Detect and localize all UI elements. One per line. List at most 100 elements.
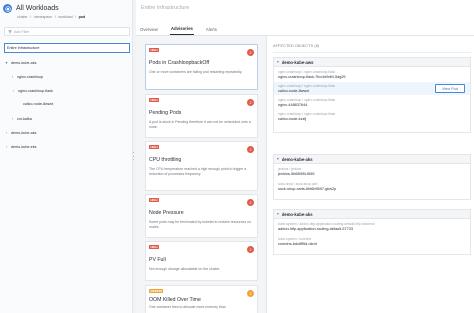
affected-object-row[interactable]: nginx-crashloop / nginx-crashloop-flask … bbox=[274, 96, 470, 109]
chevron-right-icon[interactable]: › bbox=[4, 144, 9, 149]
filter-placeholder: Add Filter bbox=[14, 29, 30, 34]
tree-item-entire-infrastructure[interactable]: Entire Infrastructure bbox=[4, 43, 130, 53]
object-path: kube-system / coredns bbox=[278, 237, 312, 241]
advisory-card[interactable]: HIGH 2 Pending Pods A pod is stuck in Pe… bbox=[145, 94, 258, 138]
tab-overview[interactable]: Overview bbox=[139, 23, 159, 35]
breadcrumb: cluster / namespace / workload / pod bbox=[17, 15, 87, 19]
filter-input[interactable]: Add Filter bbox=[4, 27, 130, 36]
advisory-list: HIGH 2 Pods in CrashloopbackOff One or m… bbox=[136, 36, 267, 313]
breadcrumb-separator: / bbox=[54, 15, 56, 19]
tree-item-namespace[interactable]: › nginx-crashloop bbox=[10, 72, 43, 81]
severity-badge: HIGH bbox=[149, 98, 159, 102]
affected-object-row[interactable]: nginx-crashloop / nginx-crashloop-flask … bbox=[274, 110, 470, 123]
tree-item-label: demo-kube-aks bbox=[11, 60, 37, 65]
cluster-group-header[interactable]: ▾ demo-kube-aks bbox=[274, 155, 470, 164]
chevron-down-icon[interactable]: ▾ bbox=[4, 60, 9, 65]
object-name: addon-http-application-routing-default-5… bbox=[278, 227, 353, 231]
affected-object-row[interactable]: kube-system / coredns coredns-bdc8ff5d-n… bbox=[274, 235, 470, 248]
affected-object-row[interactable]: jenkins / jenkins jenkins-5b68f5f4-f655 bbox=[274, 165, 470, 178]
tree-item-cluster[interactable]: › demo-kube-eks bbox=[4, 142, 37, 151]
advisory-card[interactable]: HIGH 2 PV Full Not enough storage alloca… bbox=[145, 241, 258, 281]
affected-objects-panel: AFFECTED OBJECTS (8) ▾ demo-kube-aws ngi… bbox=[267, 36, 474, 313]
breadcrumb-separator: / bbox=[75, 15, 77, 19]
advisory-title: Pending Pods bbox=[149, 110, 182, 116]
tab-advisories[interactable]: Advisories bbox=[169, 23, 194, 35]
tree-item-cluster[interactable]: ▾ demo-kube-aks bbox=[4, 58, 36, 67]
advisory-title: OOM Killed Over Time bbox=[149, 297, 201, 303]
chevron-right-icon[interactable]: › bbox=[10, 116, 15, 121]
tree-item-pod[interactable]: calico-node-8wwct bbox=[23, 99, 53, 108]
issue-count-badge: 2 bbox=[247, 199, 254, 206]
object-name: sock-shop-carts-6fd6b9597-gkw2p bbox=[278, 187, 337, 191]
chevron-down-icon[interactable]: ▾ bbox=[277, 60, 279, 64]
sidebar-header: All Workloads bbox=[3, 4, 59, 13]
tree-item-label: nginx-crashloop bbox=[17, 74, 44, 79]
issue-count-badge: 2 bbox=[247, 290, 254, 297]
severity-badge: HIGH bbox=[149, 145, 159, 149]
object-path: nginx-crashloop / nginx-crashloop-flask bbox=[278, 70, 336, 74]
tree-item-label: demo-kube-eks bbox=[11, 144, 37, 149]
advisory-description: The CPU temperature reached a high enoug… bbox=[149, 167, 247, 176]
advisory-description: One container tries to allocate more mem… bbox=[149, 305, 226, 309]
advisory-title: Node Pressure bbox=[149, 210, 184, 216]
breadcrumb-workload[interactable]: workload bbox=[58, 15, 72, 19]
tree-item-workload[interactable]: › nginx-crashloop-flask bbox=[11, 86, 53, 95]
severity-badge: MEDIUM bbox=[149, 289, 164, 293]
breadcrumb-cluster[interactable]: cluster bbox=[17, 15, 28, 19]
tree-item-namespace[interactable]: › cni-kafka bbox=[10, 114, 32, 123]
object-path: jenkins / jenkins bbox=[278, 167, 302, 171]
advisory-card[interactable]: HIGH 2 Node Pressure Some pods may be te… bbox=[145, 194, 258, 238]
advisory-description: One or more containers are failing and r… bbox=[149, 70, 243, 74]
breadcrumb-separator: / bbox=[30, 15, 32, 19]
advisory-description: Some pods may be terminated by kubelet t… bbox=[149, 220, 251, 229]
tree-item-label: Entire Infrastructure bbox=[7, 46, 40, 50]
cluster-name: demo-kube-aws bbox=[281, 59, 314, 65]
chevron-right-icon[interactable]: › bbox=[10, 74, 15, 79]
severity-badge: HIGH bbox=[149, 48, 159, 52]
breadcrumb-pod[interactable]: pod bbox=[79, 15, 86, 19]
chevron-down-icon[interactable]: ▾ bbox=[277, 157, 279, 161]
view-pod-button[interactable]: View Pod bbox=[435, 84, 465, 93]
severity-badge: HIGH bbox=[149, 198, 159, 202]
drag-handle-icon[interactable] bbox=[132, 152, 135, 160]
tree-item-label: cni-kafka bbox=[17, 116, 32, 121]
tree-item-label: nginx-crashloop-flask bbox=[18, 88, 53, 93]
object-name: calico-node-8wwct bbox=[278, 89, 310, 93]
advisory-description: A pod is stuck in Pending therefore it c… bbox=[149, 120, 251, 129]
object-name: calico-node-kzzfj bbox=[278, 117, 307, 121]
page-title: Entire Infrastructure bbox=[141, 5, 190, 11]
object-name: jenkins-5b68f5f4-f655 bbox=[278, 172, 315, 176]
cluster-group-header[interactable]: ▾ demo-kube-aks bbox=[274, 210, 470, 219]
workloads-logo-icon bbox=[3, 4, 12, 13]
tree-item-label: demo-kube-aks bbox=[11, 130, 37, 135]
affected-object-row[interactable]: sock-shop / sock-shop-cart sock-shop-car… bbox=[274, 180, 470, 193]
affected-object-row[interactable]: nginx-crashloop / nginx-crashloop-flask … bbox=[274, 82, 470, 95]
advisory-title: Pods in CrashloopbackOff bbox=[149, 60, 210, 66]
cluster-name: demo-kube-aks bbox=[281, 156, 313, 162]
advisory-card[interactable]: HIGH 2 CPU throttling The CPU temperatur… bbox=[145, 141, 258, 191]
object-path: nginx-crashloop / nginx-crashloop-flask bbox=[278, 98, 336, 102]
tab-alerts[interactable]: Alerts bbox=[205, 23, 218, 35]
breadcrumb-namespace[interactable]: namespace bbox=[34, 15, 53, 19]
advisory-card[interactable]: HIGH 2 Pods in CrashloopbackOff One or m… bbox=[145, 44, 258, 90]
chevron-down-icon[interactable]: ▾ bbox=[277, 212, 279, 216]
cluster-group: ▾ demo-kube-aks jenkins / jenkins jenkin… bbox=[273, 154, 471, 200]
chevron-right-icon[interactable]: › bbox=[11, 88, 16, 93]
advisory-description: Not enough storage allocatable on the cl… bbox=[149, 267, 221, 271]
tree-item-label: calico-node-8wwct bbox=[23, 101, 54, 106]
tab-bar: Overview Advisories Alerts bbox=[139, 23, 229, 35]
severity-badge: HIGH bbox=[149, 245, 159, 249]
affected-object-row[interactable]: kube-system / addon-http-application-rou… bbox=[274, 220, 470, 233]
chevron-right-icon[interactable]: › bbox=[4, 130, 9, 135]
object-path: sock-shop / sock-shop-cart bbox=[278, 182, 318, 186]
cluster-group-header[interactable]: ▾ demo-kube-aws bbox=[274, 58, 470, 67]
divider bbox=[273, 52, 471, 53]
issue-count-badge: 2 bbox=[247, 49, 254, 56]
filter-icon bbox=[8, 29, 12, 34]
affected-objects-heading: AFFECTED OBJECTS (8) bbox=[273, 44, 320, 48]
advisory-card[interactable]: MEDIUM 2 OOM Killed Over Time One contai… bbox=[145, 285, 258, 313]
tree-item-cluster[interactable]: › demo-kube-aks bbox=[4, 128, 37, 137]
object-path: nginx-crashloop / nginx-crashloop-flask bbox=[278, 84, 336, 88]
sidebar-title: All Workloads bbox=[16, 5, 59, 12]
affected-object-row[interactable]: nginx-crashloop / nginx-crashloop-flask … bbox=[274, 68, 470, 81]
